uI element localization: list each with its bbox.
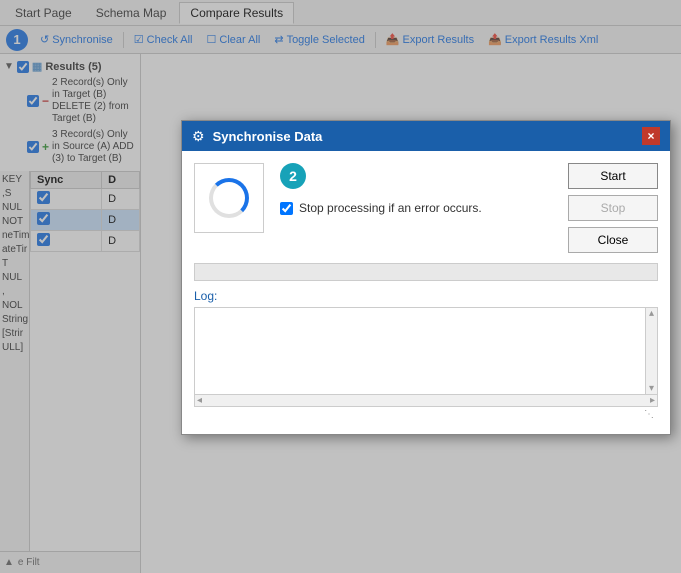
stop-on-error-label: Stop processing if an error occurs. [299,201,482,215]
stop-button[interactable]: Stop [568,195,658,221]
log-area-container: ◂ ▸ ▴ ▾ [194,307,658,407]
stop-on-error-checkbox[interactable] [280,202,293,215]
log-scrollbar-v: ▴ ▾ [645,308,657,394]
close-button[interactable]: Close [568,227,658,253]
modal-controls-area: 2 Stop processing if an error occurs. [280,163,552,215]
scroll-left-icon[interactable]: ◂ [195,395,202,406]
modal-buttons: Start Stop Close [568,163,658,253]
scroll-up-icon[interactable]: ▴ [649,308,654,319]
modal-title-bar: ⚙ Synchronise Data × [182,121,670,151]
sync-icon-area [194,163,264,233]
scroll-right-icon[interactable]: ▸ [650,395,657,406]
modal-overlay: ⚙ Synchronise Data × 2 Stop processing i… [0,0,681,573]
scroll-down-icon[interactable]: ▾ [649,383,654,394]
modal-resize-corner[interactable]: ⋱ [194,407,658,422]
step2-badge: 2 [280,163,306,189]
log-scrollbar-h: ◂ ▸ [195,394,657,406]
synchronise-modal: ⚙ Synchronise Data × 2 Stop processing i… [181,120,671,435]
log-section: Log: ◂ ▸ ▴ ▾ [194,289,658,407]
modal-title-text: Synchronise Data [213,129,634,144]
modal-body: 2 Stop processing if an error occurs. St… [182,151,670,434]
log-textarea[interactable] [195,308,657,396]
modal-title-icon: ⚙ [192,128,205,145]
modal-close-x-button[interactable]: × [642,127,660,145]
progress-bar-container [194,263,658,281]
modal-top-section: 2 Stop processing if an error occurs. St… [194,163,658,253]
stop-on-error-row: Stop processing if an error occurs. [280,201,552,215]
start-button[interactable]: Start [568,163,658,189]
log-label: Log: [194,289,658,303]
sync-spinner [209,178,249,218]
